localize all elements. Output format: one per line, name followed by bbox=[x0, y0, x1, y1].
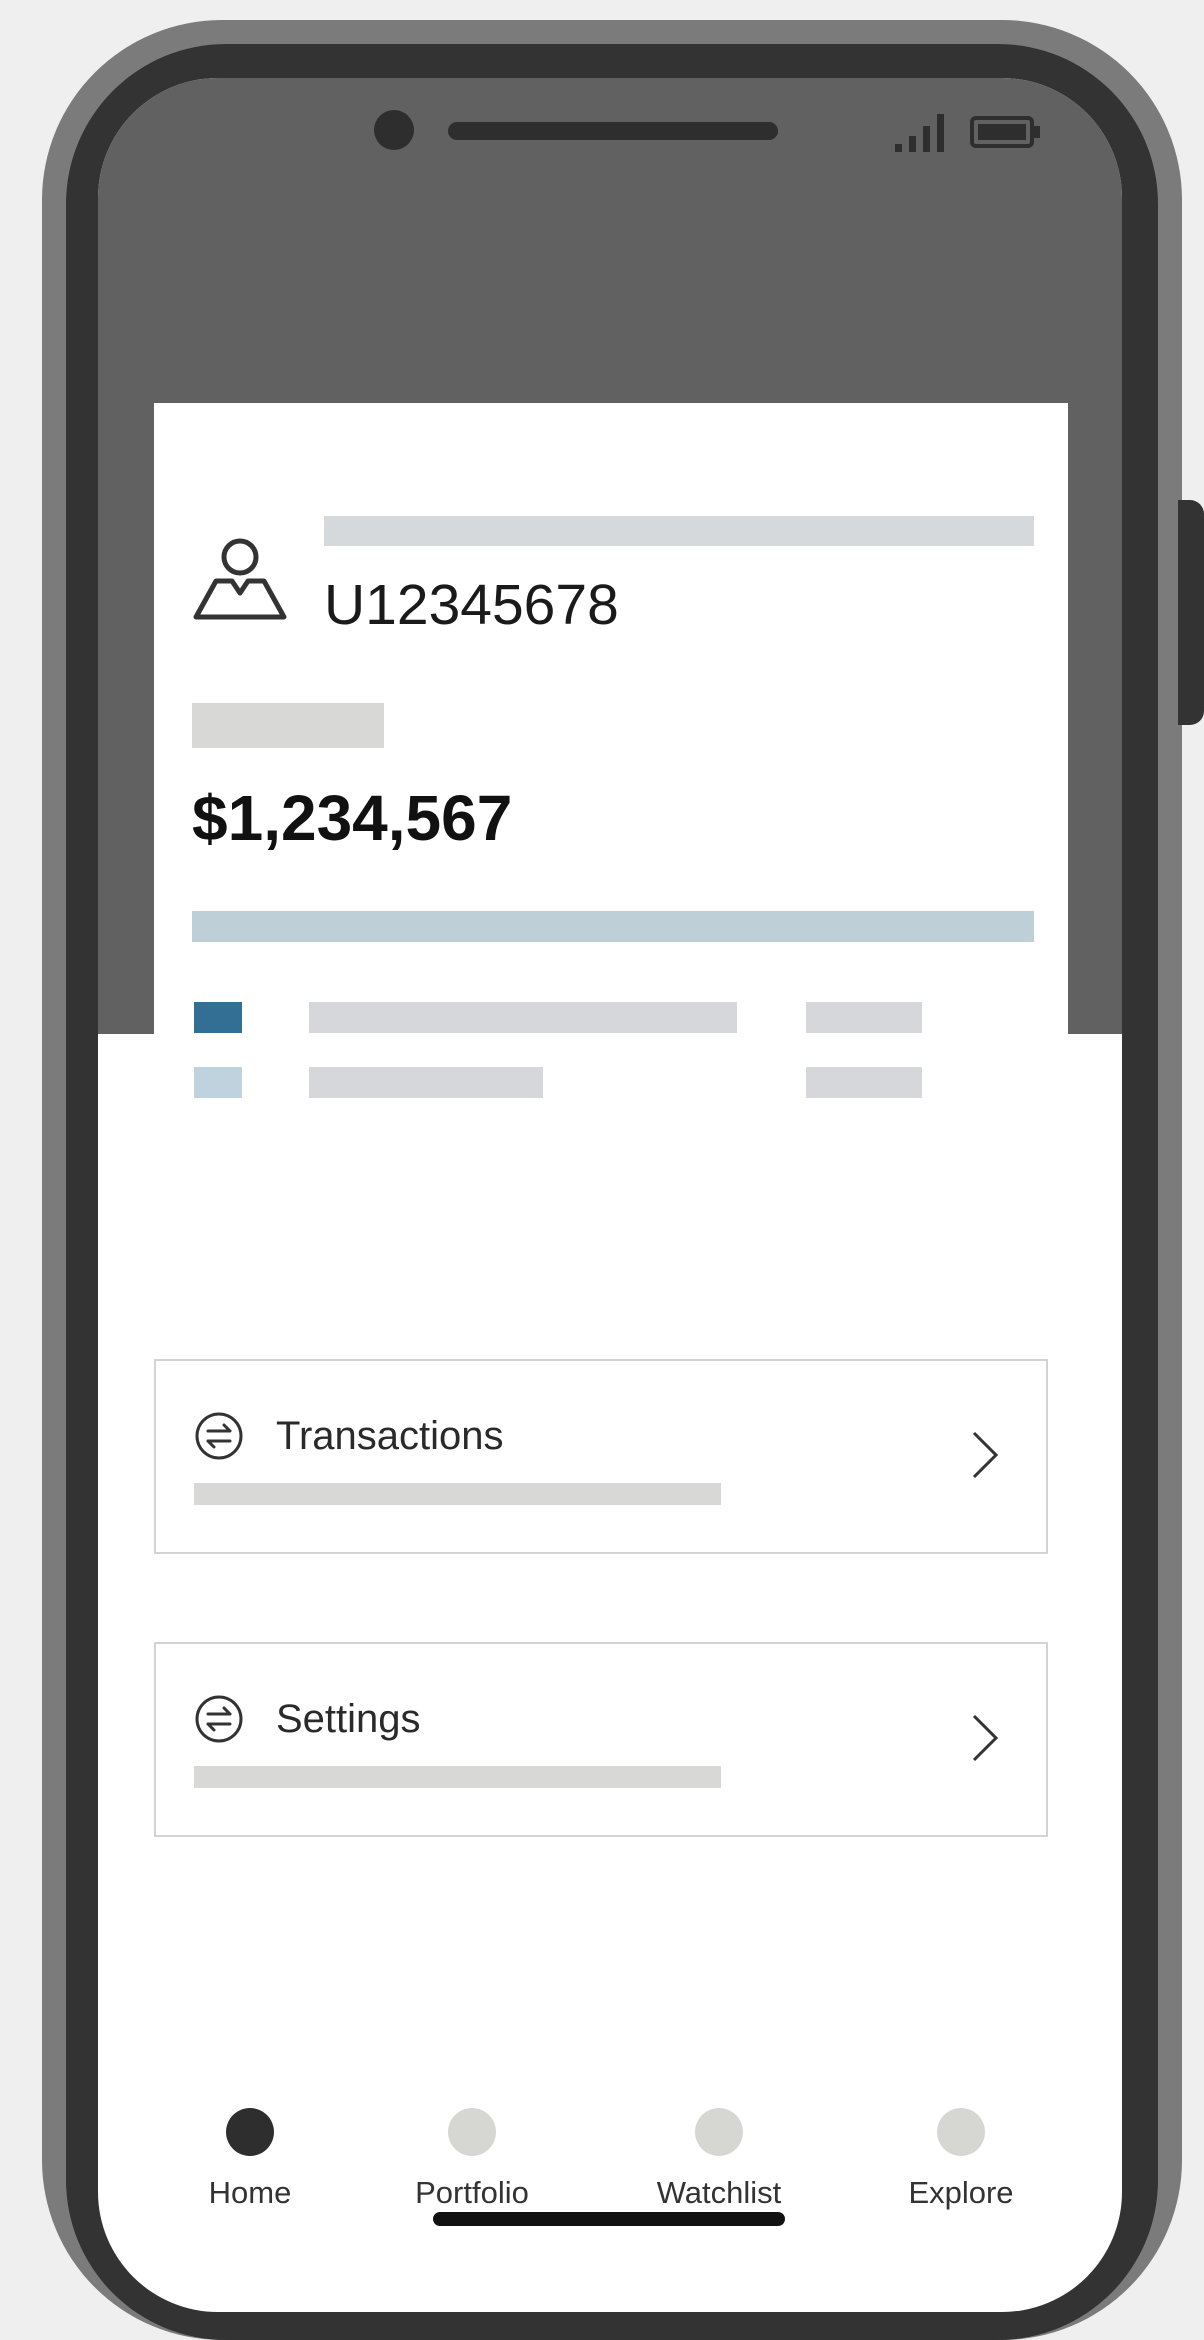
menu-item-settings[interactable]: Settings bbox=[154, 1642, 1048, 1837]
legend-label-placeholder bbox=[309, 1067, 543, 1098]
home-indicator[interactable] bbox=[433, 2212, 785, 2226]
balance-label-placeholder bbox=[192, 703, 384, 748]
account-id: U12345678 bbox=[324, 573, 619, 637]
menu-item-label: Settings bbox=[276, 1697, 421, 1741]
chevron-right-icon bbox=[972, 1431, 999, 1479]
swap-arrows-icon bbox=[195, 1412, 243, 1460]
menu-item-subtitle-placeholder bbox=[194, 1483, 721, 1505]
legend-row bbox=[194, 1002, 1108, 1033]
nav-tab-watchlist[interactable]: Watchlist bbox=[619, 2108, 819, 2218]
nav-label: Home bbox=[208, 2175, 292, 2210]
signal-icon bbox=[895, 114, 944, 152]
menu-item-transactions[interactable]: Transactions bbox=[154, 1359, 1048, 1554]
account-summary-card[interactable]: U12345678 $1,234,567 bbox=[154, 403, 1068, 1043]
user-icon bbox=[193, 538, 287, 620]
camera-icon bbox=[374, 110, 414, 150]
account-balance: $1,234,567 bbox=[192, 782, 513, 854]
legend-row bbox=[194, 1067, 1108, 1098]
menu-item-label: Transactions bbox=[276, 1414, 504, 1458]
nav-label: Portfolio bbox=[415, 2175, 529, 2210]
chevron-right-icon bbox=[972, 1714, 999, 1762]
allocation-bar bbox=[192, 911, 1034, 942]
app-screen: U12345678 $1,234,567 Transactions Settin… bbox=[98, 78, 1122, 2312]
explore-icon bbox=[937, 2108, 985, 2156]
nav-label: Explore bbox=[908, 2175, 1014, 2210]
nav-tab-explore[interactable]: Explore bbox=[861, 2108, 1061, 2218]
side-button bbox=[1178, 500, 1204, 725]
watchlist-icon bbox=[695, 2108, 743, 2156]
home-icon bbox=[226, 2108, 274, 2156]
battery-icon bbox=[970, 116, 1040, 148]
legend-label-placeholder bbox=[309, 1002, 737, 1033]
nav-tab-portfolio[interactable]: Portfolio bbox=[372, 2108, 572, 2218]
menu-item-subtitle-placeholder bbox=[194, 1766, 721, 1788]
legend-swatch bbox=[194, 1002, 242, 1033]
swap-arrows-icon bbox=[195, 1695, 243, 1743]
legend-value-placeholder bbox=[806, 1067, 922, 1098]
legend-value-placeholder bbox=[806, 1002, 922, 1033]
legend-swatch bbox=[194, 1067, 242, 1098]
portfolio-icon bbox=[448, 2108, 496, 2156]
speaker-slot bbox=[448, 122, 778, 140]
nav-label: Watchlist bbox=[656, 2175, 782, 2210]
account-name-placeholder bbox=[324, 516, 1034, 546]
nav-tab-home[interactable]: Home bbox=[150, 2108, 350, 2218]
